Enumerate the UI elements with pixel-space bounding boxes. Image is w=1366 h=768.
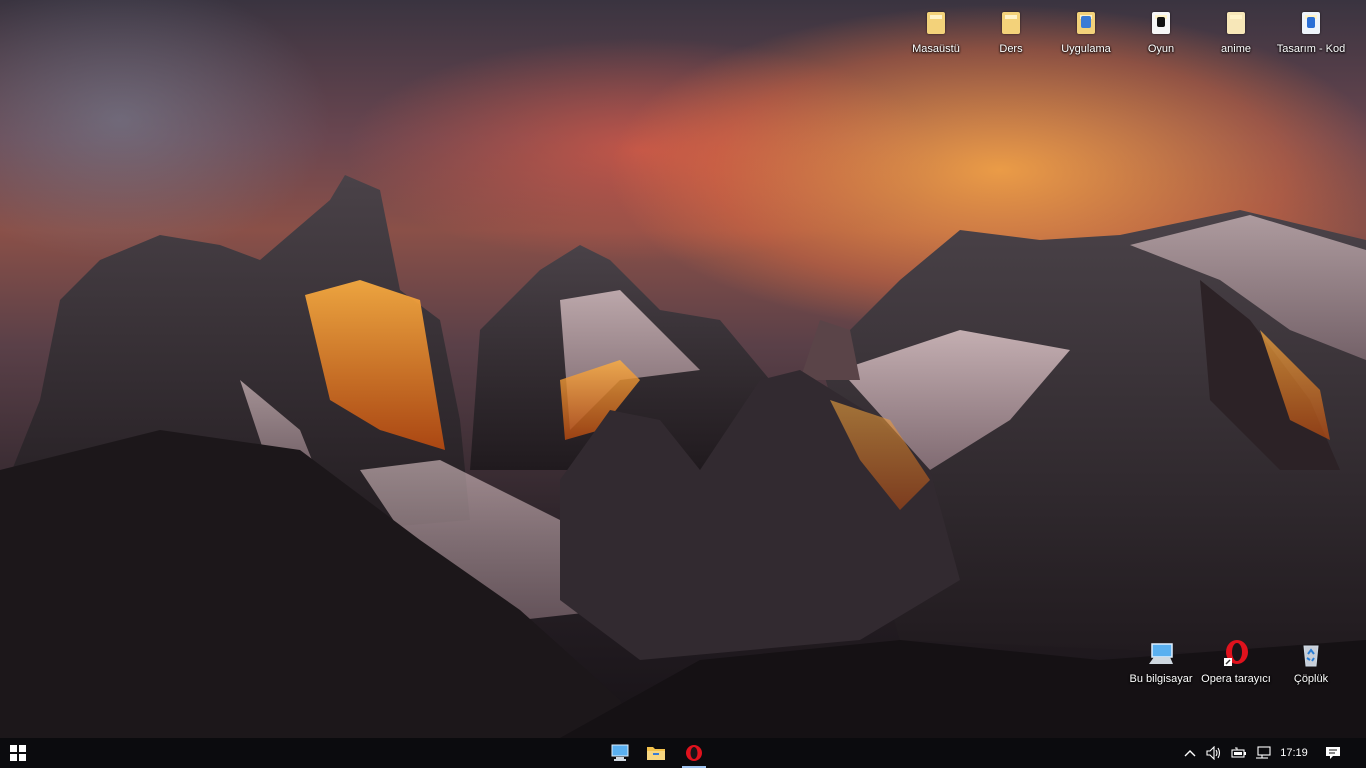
chevron-up-icon: [1184, 750, 1196, 757]
desktop-icon-coplu[interactable]: Çöplük: [1273, 638, 1349, 686]
opera-icon: [1220, 638, 1252, 670]
folder-app-icon: [1070, 8, 1102, 40]
desktop-icon-label: Uygulama: [1061, 43, 1111, 55]
tray-clock[interactable]: 17:19: [1276, 738, 1312, 768]
desktop-icon-tasarim-kod[interactable]: Tasarım - Kod: [1273, 8, 1349, 56]
desktop-icon-oyun[interactable]: Oyun: [1123, 8, 1199, 56]
folder-game-icon: [1145, 8, 1177, 40]
computer-icon: [1145, 638, 1177, 670]
desktop-icon-anime[interactable]: anime: [1198, 8, 1274, 56]
tray-action-center[interactable]: [1320, 738, 1346, 768]
tray-volume[interactable]: [1202, 738, 1226, 768]
recycle-bin-icon: [1295, 638, 1327, 670]
desktop-icon-uygulama[interactable]: Uygulama: [1048, 8, 1124, 56]
tray-network[interactable]: [1252, 738, 1274, 768]
desktop-icon-opera[interactable]: Opera tarayıcı: [1198, 638, 1274, 686]
desktop-icon-label: Oyun: [1147, 43, 1175, 55]
desktop-icon-label: Opera tarayıcı: [1201, 673, 1271, 685]
windows-logo-icon: [10, 745, 26, 761]
speaker-icon: [1206, 746, 1221, 760]
taskbar-this-pc-button[interactable]: [602, 738, 638, 768]
desktop-icon-label: Tasarım - Kod: [1276, 43, 1346, 55]
folder-icon: [995, 8, 1027, 40]
folder-code-icon: [1295, 8, 1327, 40]
desktop-icon-masaustu[interactable]: Masaüstü: [898, 8, 974, 56]
network-icon: [1256, 746, 1271, 759]
start-button[interactable]: [0, 738, 36, 768]
tray-show-hidden-icons[interactable]: [1180, 738, 1200, 768]
desktop-icon-label: Ders: [999, 43, 1023, 55]
clock-time: 17:19: [1280, 747, 1308, 759]
desktop-icon-ders[interactable]: Ders: [973, 8, 1049, 56]
taskbar-file-explorer-button[interactable]: [638, 738, 674, 768]
tray-battery[interactable]: [1228, 738, 1250, 768]
taskbar-opera-button[interactable]: [676, 738, 712, 768]
desktop-icon-label: Masaüstü: [912, 43, 960, 55]
folder-icon: [1220, 8, 1252, 40]
opera-icon: [686, 745, 702, 761]
computer-icon: [611, 744, 629, 761]
folder-icon: [647, 747, 665, 760]
desktop-icon-label: Çöplük: [1293, 673, 1329, 685]
desktop-icon-label: Bu bilgisayar: [1129, 673, 1193, 685]
battery-icon: [1231, 747, 1246, 758]
desktop-icon-label: anime: [1221, 43, 1251, 55]
action-center-icon: [1326, 747, 1340, 759]
folder-icon: [920, 8, 952, 40]
taskbar: 17:19: [0, 738, 1366, 768]
desktop-icon-bu-bilgisayar[interactable]: Bu bilgisayar: [1123, 638, 1199, 686]
